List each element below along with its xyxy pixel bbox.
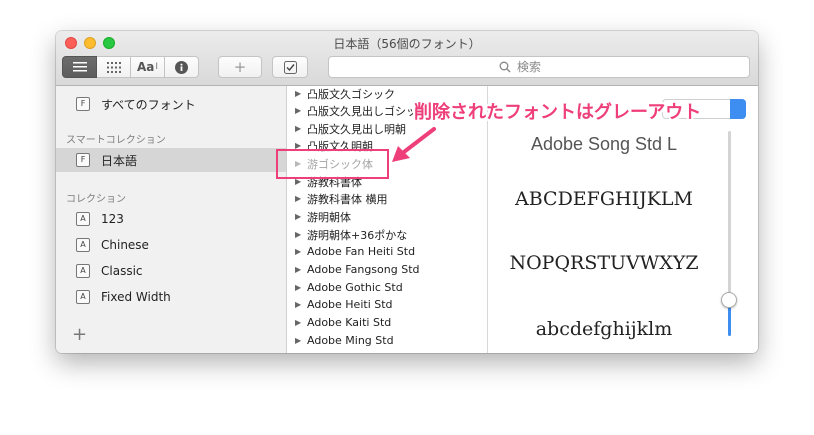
collection-icon: A <box>76 238 90 252</box>
font-family-name: Adobe Kaiti Std <box>307 316 392 329</box>
add-collection-button[interactable]: + <box>72 326 87 344</box>
disclosure-triangle-icon[interactable]: ▶ <box>295 106 301 115</box>
preview-sample-uppercase-2: NOPQRSTUVWXYZ <box>509 252 699 274</box>
disclosure-triangle-icon[interactable]: ▶ <box>295 89 301 98</box>
search-icon <box>499 61 511 73</box>
font-list-item[interactable]: ▶ 游教科書体 横用 <box>287 190 487 207</box>
disclosure-triangle-icon[interactable]: ▶ <box>295 300 301 309</box>
list-icon <box>72 62 87 72</box>
search-field[interactable] <box>328 56 750 78</box>
collection-icon: A <box>76 264 90 278</box>
sidebar-item-label: 123 <box>101 212 124 226</box>
font-family-name: 游明朝体 <box>307 210 351 224</box>
font-family-name: Adobe Fan Heiti Std <box>307 245 416 258</box>
font-size-icon: Aa <box>136 60 155 74</box>
sidebar-item-123[interactable]: A 123 <box>56 207 286 231</box>
sidebar-item-label: 日本語 <box>101 153 138 168</box>
annotation-arrow-icon <box>392 127 436 162</box>
font-family-name: 凸版文久ゴシック <box>307 87 395 101</box>
titlebar: 日本語（56個のフォント） Aa I + 検索 <box>56 31 758 86</box>
window-title: 日本語（56個のフォント） <box>333 37 481 51</box>
collections-header: コレクション <box>66 194 126 205</box>
sidebar-item-fixed-width[interactable]: A Fixed Width <box>56 285 286 309</box>
disclosure-triangle-icon[interactable]: ▶ <box>295 124 301 133</box>
font-list-item[interactable]: ▶ 游明朝体+36ポかな <box>287 226 487 243</box>
sidebar-item-all-fonts[interactable]: F すべてのフォント <box>56 92 286 116</box>
grid-icon <box>106 61 121 73</box>
plus-icon: + <box>233 58 247 76</box>
sidebar-item-label: Classic <box>101 264 143 278</box>
view-mode-segmented-control: Aa I <box>62 56 199 78</box>
validate-font-button[interactable] <box>272 56 308 78</box>
sidebar-item-label: すべてのフォント <box>101 97 196 112</box>
disclosure-triangle-icon[interactable]: ▶ <box>295 265 301 274</box>
font-collection-icon: F <box>76 97 90 111</box>
list-view-button[interactable] <box>62 56 97 78</box>
sidebar-item-label: Chinese <box>101 238 149 252</box>
smart-collections-header: スマートコレクション <box>66 135 166 146</box>
collection-icon: A <box>76 212 90 226</box>
font-list-item[interactable]: ▶ 游明朝体 <box>287 208 487 225</box>
sidebar-item-label: Fixed Width <box>101 290 171 304</box>
font-family-name: Adobe Ming Std <box>307 334 394 347</box>
collection-icon: A <box>76 290 90 304</box>
font-family-name: Adobe Gothic Std <box>307 281 403 294</box>
info-icon <box>175 60 188 74</box>
sidebar-item-chinese[interactable]: A Chinese <box>56 233 286 257</box>
font-family-name: Adobe Fangsong Std <box>307 263 420 276</box>
annotation-label: 削除されたフォントはグレーアウト <box>414 102 702 123</box>
font-family-name: 游明朝体+36ポかな <box>307 228 408 242</box>
disclosure-triangle-icon[interactable]: ▶ <box>295 336 301 345</box>
font-list-item[interactable]: ▶ Adobe Fangsong Std <box>287 261 487 278</box>
font-family-name: 游教科書体 横用 <box>307 192 388 206</box>
add-font-button[interactable]: + <box>218 56 262 78</box>
size-slider-knob[interactable] <box>721 292 737 308</box>
font-list-item[interactable]: ▶ Adobe Ming Std <box>287 332 487 349</box>
font-family-name: 凸版文久見出しゴシック <box>307 104 428 118</box>
sample-view-button[interactable]: Aa I <box>131 56 165 78</box>
collections-sidebar: F すべてのフォント スマートコレクション F 日本語 コレクション A 123… <box>56 86 287 353</box>
disclosure-triangle-icon[interactable]: ▶ <box>295 194 301 203</box>
disclosure-triangle-icon[interactable]: ▶ <box>295 212 301 221</box>
smart-collection-icon: F <box>76 153 90 167</box>
disclosure-triangle-icon[interactable]: ▶ <box>295 230 301 239</box>
font-preview-pane: Adobe Song Std L ABCDEFGHIJKLM NOPQRSTUV… <box>488 86 758 353</box>
grayed-font-highlight-box <box>276 149 389 179</box>
disclosure-triangle-icon[interactable]: ▶ <box>295 247 301 256</box>
font-list-item[interactable]: ▶ Adobe Fan Heiti Std <box>287 243 487 260</box>
sidebar-item-japanese[interactable]: F 日本語 <box>56 148 286 172</box>
preview-font-name: Adobe Song Std L <box>530 134 678 154</box>
preview-sample-lowercase: abcdefghijklm <box>535 318 673 340</box>
disclosure-triangle-icon[interactable]: ▶ <box>295 318 301 327</box>
font-list-item[interactable]: ▶ Adobe Gothic Std <box>287 279 487 296</box>
font-family-name: Adobe Heiti Std <box>307 298 393 311</box>
checkbox-icon <box>283 60 297 74</box>
grid-view-button[interactable] <box>97 56 131 78</box>
info-view-button[interactable] <box>165 56 199 78</box>
search-input[interactable] <box>515 59 579 75</box>
font-book-window: 日本語（56個のフォント） Aa I + 検索 F すべてのフォント スマートコ… <box>56 31 758 353</box>
font-list-item[interactable]: ▶ Adobe Heiti Std <box>287 296 487 313</box>
chevron-down-icon <box>730 99 746 119</box>
sidebar-item-classic[interactable]: A Classic <box>56 259 286 283</box>
preview-sample-uppercase-1: ABCDEFGHIJKLM <box>515 188 693 210</box>
font-list-item[interactable]: ▶ Adobe Kaiti Std <box>287 314 487 331</box>
disclosure-triangle-icon[interactable]: ▶ <box>295 283 301 292</box>
